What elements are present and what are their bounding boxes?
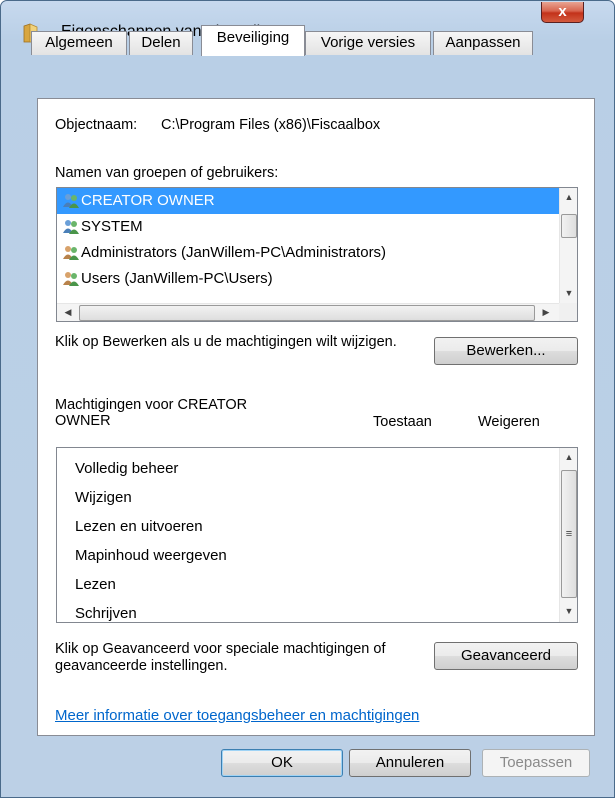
scroll-right-icon[interactable]: ▶ xyxy=(537,307,555,318)
scroll-thumb[interactable] xyxy=(561,214,577,238)
scroll-thumb[interactable] xyxy=(79,305,535,321)
object-name-label: Objectnaam: xyxy=(55,117,138,133)
permissions-listbox[interactable]: Volledig beheer Wijzigen Lezen en uitvoe… xyxy=(56,447,578,623)
close-icon: x xyxy=(558,3,567,20)
close-button[interactable]: x xyxy=(541,2,584,23)
groups-listbox[interactable]: CREATOR OWNER SYSTEM Administrators (Jan… xyxy=(56,187,578,322)
groups-vertical-scrollbar[interactable]: ▲ ▼ xyxy=(559,188,577,303)
users-icon xyxy=(62,218,80,234)
list-item[interactable]: Users (JanWillem-PC\Users) xyxy=(57,266,559,292)
grip-icon: ≡ xyxy=(565,528,573,540)
list-item[interactable]: Administrators (JanWillem-PC\Administrat… xyxy=(57,240,559,266)
deny-column-header: Weigeren xyxy=(478,414,540,430)
list-item-label: Administrators (JanWillem-PC\Administrat… xyxy=(81,244,387,261)
permissions-vertical-scrollbar[interactable]: ▲ ≡ ▼ xyxy=(559,448,577,622)
scroll-down-icon[interactable]: ▼ xyxy=(560,288,577,298)
edit-description: Klik op Bewerken als u de machtigingen w… xyxy=(55,334,397,350)
tab-vorige-versies[interactable]: Vorige versies xyxy=(305,31,431,55)
apply-button[interactable]: Toepassen xyxy=(482,749,590,777)
ok-button[interactable]: OK xyxy=(221,749,343,777)
tab-algemeen[interactable]: Algemeen xyxy=(31,31,127,55)
list-item-label: CREATOR OWNER xyxy=(81,192,215,209)
list-item-label: Users (JanWillem-PC\Users) xyxy=(81,270,273,287)
tab-label: Delen xyxy=(141,34,181,51)
scroll-down-icon[interactable]: ▼ xyxy=(560,606,577,616)
object-name-value: C:\Program Files (x86)\Fiscaalbox xyxy=(161,117,381,133)
groups-horizontal-scrollbar[interactable]: ◀ ▶ xyxy=(57,303,559,321)
scroll-left-icon[interactable]: ◀ xyxy=(59,307,77,318)
tab-label: Vorige versies xyxy=(320,34,416,51)
tab-label: Beveiliging xyxy=(216,29,290,46)
tab-label: Aanpassen xyxy=(445,34,521,51)
advanced-description: Klik op Geavanceerd voor speciale machti… xyxy=(55,641,386,674)
scroll-up-icon[interactable]: ▲ xyxy=(560,192,577,202)
list-item: Lezen en uitvoeren xyxy=(75,518,203,535)
users-icon xyxy=(62,244,80,260)
list-item: Schrijven xyxy=(75,605,137,622)
security-tab-panel: Objectnaam: C:\Program Files (x86)\Fisca… xyxy=(37,98,595,736)
users-icon xyxy=(62,192,80,208)
properties-dialog: Eigenschappen van Fiscaalbox x Algemeen … xyxy=(0,0,615,798)
list-item: Wijzigen xyxy=(75,489,132,506)
list-item[interactable]: CREATOR OWNER xyxy=(57,188,559,214)
tab-beveiliging[interactable]: Beveiliging xyxy=(201,25,305,56)
list-item[interactable]: SYSTEM xyxy=(57,214,559,240)
list-item-label: SYSTEM xyxy=(81,218,143,235)
list-item: Lezen xyxy=(75,576,116,593)
advanced-button[interactable]: Geavanceerd xyxy=(434,642,578,670)
cancel-button[interactable]: Annuleren xyxy=(349,749,471,777)
permissions-header: Machtigingen voor CREATOR OWNER xyxy=(55,397,248,429)
scroll-up-icon[interactable]: ▲ xyxy=(560,452,577,462)
scroll-corner xyxy=(559,303,577,321)
tab-label: Algemeen xyxy=(45,34,113,51)
more-info-link[interactable]: Meer informatie over toegangsbeheer en m… xyxy=(55,707,419,724)
tab-aanpassen[interactable]: Aanpassen xyxy=(433,31,533,55)
list-item: Volledig beheer xyxy=(75,460,179,477)
users-icon xyxy=(62,270,80,286)
tab-delen[interactable]: Delen xyxy=(129,31,193,55)
edit-button[interactable]: Bewerken... xyxy=(434,337,578,365)
allow-column-header: Toestaan xyxy=(373,414,432,430)
groups-label: Namen van groepen of gebruikers: xyxy=(55,165,279,181)
list-item: Mapinhoud weergeven xyxy=(75,547,227,564)
